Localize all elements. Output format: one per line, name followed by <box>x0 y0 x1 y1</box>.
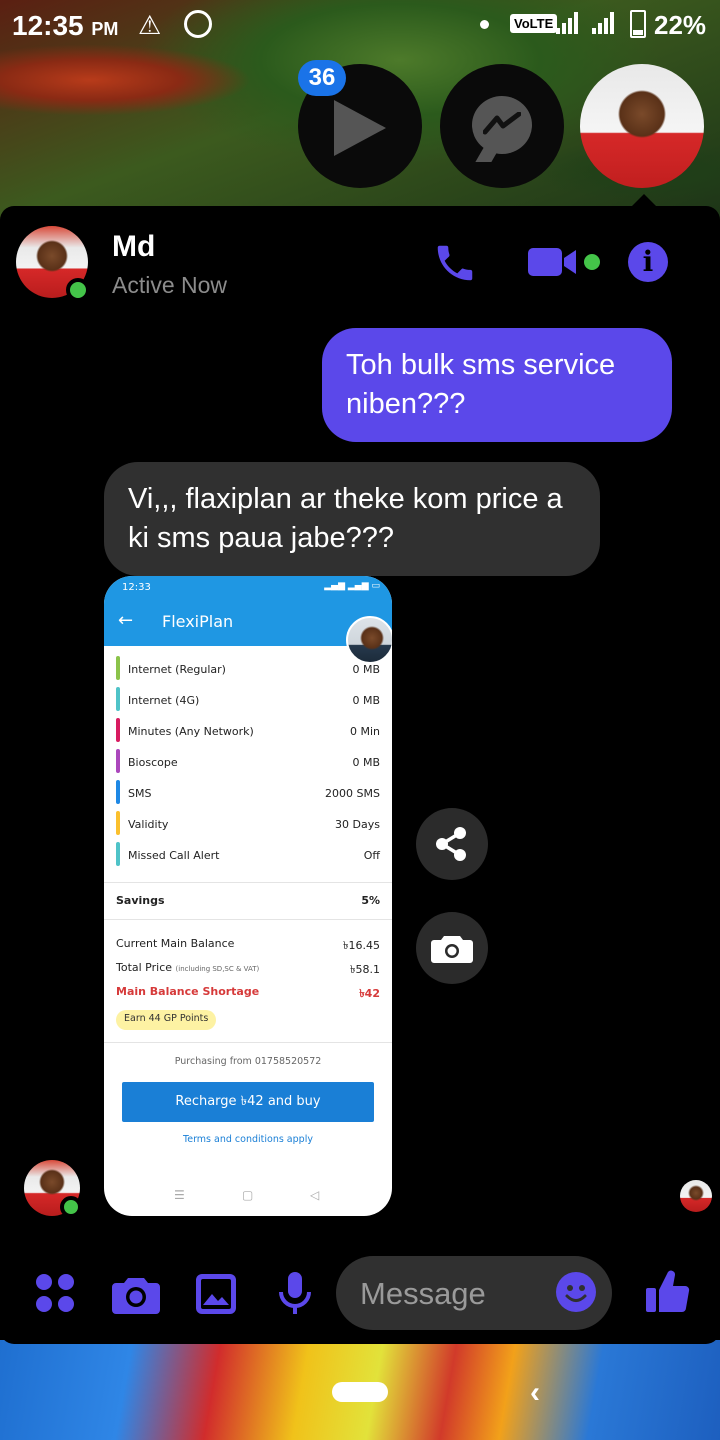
signal-icon-2 <box>592 12 620 34</box>
gallery-icon[interactable] <box>196 1274 236 1314</box>
plan-rows: Internet (Regular) 0 MB Internet (4G) 0 MB… <box>104 654 392 871</box>
volte-indicator: VoLTE <box>510 14 558 33</box>
camera-icon <box>431 936 473 963</box>
contact-name[interactable]: Md <box>112 230 155 264</box>
unread-badge: 36 <box>298 60 346 96</box>
phone-icon[interactable] <box>432 240 478 286</box>
gp-points-badge: Earn 44 GP Points <box>116 1010 217 1030</box>
camera-compose-icon[interactable] <box>112 1274 160 1314</box>
video-online-dot <box>584 254 600 270</box>
home-nav-pill[interactable] <box>332 1382 388 1402</box>
share-button[interactable] <box>416 808 488 880</box>
online-indicator <box>66 278 90 302</box>
image-signal-icons: ▂▄▆ ▂▄▆ ▭ <box>324 581 380 591</box>
video-icon[interactable] <box>528 246 578 278</box>
divider <box>104 882 392 883</box>
status-bar: 12:35 PM ⚠ VoLTE 22% <box>0 0 720 50</box>
image-terms-link: Terms and conditions apply <box>183 1134 313 1145</box>
info-icon[interactable]: i <box>628 242 668 282</box>
image-status-bar: 12:33 ▂▄▆ ▂▄▆ ▭ <box>104 576 392 600</box>
image-nav-bar: ☰ ▢ ◁ <box>174 1188 320 1202</box>
plan-row: Bioscope 0 MB <box>104 747 392 778</box>
battery-percent: 22% <box>654 10 707 40</box>
message-placeholder: Message <box>360 1276 486 1311</box>
status-ampm: PM <box>91 19 119 39</box>
shared-image[interactable]: 12:33 ▂▄▆ ▂▄▆ ▭ ← FlexiPlan Internet (Re… <box>104 576 392 1216</box>
image-status-time: 12:33 <box>122 582 151 593</box>
notification-dot-icon <box>480 20 489 29</box>
online-indicator <box>60 1196 82 1218</box>
emoji-icon[interactable] <box>556 1272 596 1312</box>
camera-button[interactable] <box>416 912 488 984</box>
messenger-bolt-icon <box>483 112 521 135</box>
purchasing-from: Purchasing from 01758520572 <box>174 1056 322 1067</box>
plan-row: Internet (Regular) 0 MB <box>104 654 392 685</box>
battery-icon <box>630 10 646 38</box>
share-icon <box>436 827 466 861</box>
plan-row: Missed Call Alert Off <box>104 840 392 871</box>
plan-row: Minutes (Any Network) 0 Min <box>104 716 392 747</box>
signal-icon <box>556 12 584 34</box>
divider <box>104 919 392 920</box>
current-balance-row: Current Main Balance ৳16.45 <box>116 937 380 952</box>
messenger-notification-icon <box>184 10 212 38</box>
plan-row: Validity 30 Days <box>104 809 392 840</box>
seen-avatar <box>680 1180 712 1212</box>
mic-icon[interactable] <box>278 1272 312 1316</box>
apps-icon[interactable] <box>36 1274 76 1314</box>
image-recharge-button: Recharge ৳42 and buy <box>122 1082 374 1122</box>
message-input[interactable]: Message <box>336 1256 612 1330</box>
emoji-face <box>565 1285 587 1302</box>
chat-head-pointer <box>632 194 656 206</box>
message-outgoing[interactable]: Toh bulk sms service niben??? <box>322 328 672 442</box>
warning-icon: ⚠ <box>138 10 162 40</box>
contact-status: Active Now <box>112 272 228 298</box>
message-incoming[interactable]: Vi,,, flaxiplan ar theke kom price a ki … <box>104 462 600 576</box>
chat-head-contact-avatar[interactable] <box>580 64 704 188</box>
shortage-row: Main Balance Shortage ৳42 <box>116 985 380 1000</box>
savings-row: Savings 5% <box>116 894 380 907</box>
status-time: 12:35 PM <box>12 10 119 41</box>
total-price-row: Total Price (including SD,SC & VAT) ৳58.1 <box>116 961 380 976</box>
back-nav-icon[interactable]: ‹ <box>530 1376 540 1410</box>
like-icon[interactable] <box>646 1268 690 1314</box>
play-icon <box>334 100 386 156</box>
plan-row: Internet (4G) 0 MB <box>104 685 392 716</box>
image-back-arrow-icon: ← <box>118 610 134 631</box>
plan-row: SMS 2000 SMS <box>104 778 392 809</box>
chat-head-messenger[interactable] <box>440 64 564 188</box>
image-title: FlexiPlan <box>162 612 234 631</box>
divider <box>104 1042 392 1043</box>
